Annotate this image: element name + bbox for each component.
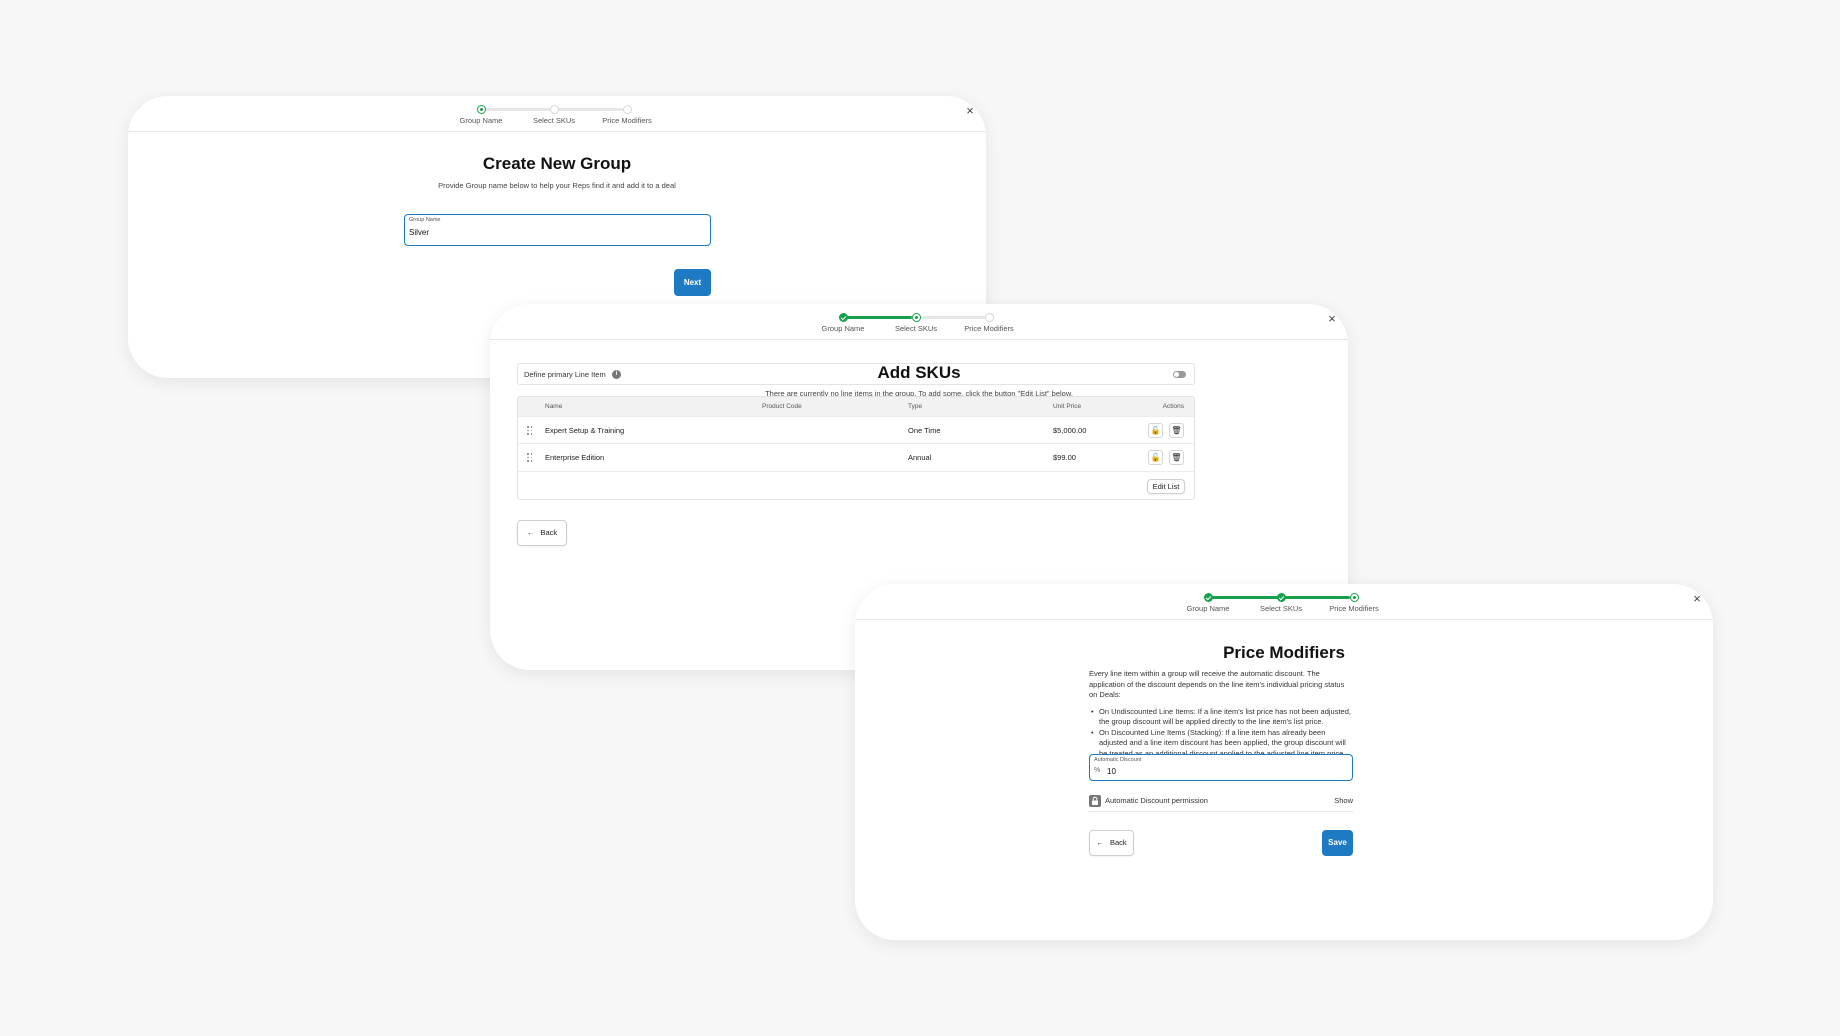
- percent-icon: %: [1094, 767, 1101, 774]
- sku-table: Name Product Code Type Unit Price Action…: [517, 396, 1195, 500]
- step-label-price-modifiers: Price Modifiers: [964, 324, 1014, 333]
- trash-icon[interactable]: 🗑: [1169, 450, 1184, 465]
- back-button[interactable]: ← Back: [1089, 830, 1134, 856]
- step-node-group-name: [477, 105, 486, 114]
- show-permission-link[interactable]: Show: [1334, 796, 1353, 805]
- permission-label: Automatic Discount permission: [1105, 796, 1208, 805]
- unlock-icon[interactable]: 🔓: [1148, 450, 1163, 465]
- lock-icon-svg: [1092, 796, 1098, 805]
- step-label-group-name: Group Name: [1186, 604, 1230, 613]
- stepper: Group Name Select SKUs Price Modifiers: [459, 105, 652, 129]
- stepper-progress-fill: [839, 316, 912, 319]
- table-row: Enterprise Edition Annual $99.00 🔓 🗑: [518, 443, 1194, 470]
- trash-icon[interactable]: 🗑: [1169, 423, 1184, 438]
- info-icon[interactable]: i: [612, 370, 621, 379]
- close-icon[interactable]: ×: [1689, 591, 1705, 607]
- arrow-left-icon: ←: [526, 528, 535, 537]
- row-type: One Time: [908, 426, 941, 435]
- page-title: Create New Group: [482, 154, 632, 173]
- step-label-group-name: Group Name: [459, 116, 503, 125]
- step-label-price-modifiers: Price Modifiers: [602, 116, 652, 125]
- drag-handle-icon[interactable]: [527, 453, 533, 462]
- step-label-price-modifiers: Price Modifiers: [1329, 604, 1379, 613]
- list-item: On Undiscounted Line Items: If a line it…: [1089, 707, 1353, 728]
- automatic-discount-label: Automatic Discount: [1094, 757, 1142, 763]
- table-row: Expert Setup & Training One Time $5,000.…: [518, 416, 1194, 443]
- table-header: Name Product Code Type Unit Price Action…: [518, 397, 1194, 416]
- column-header-name: Name: [545, 403, 563, 410]
- primary-line-item-label: Define primary Line Item: [524, 370, 606, 379]
- page-subtitle: Provide Group name below to help your Re…: [438, 181, 676, 190]
- discount-permission-row[interactable]: Automatic Discount permission Show: [1089, 790, 1353, 812]
- row-unit-price: $99.00: [1053, 453, 1076, 462]
- save-button[interactable]: Save: [1322, 830, 1353, 856]
- drag-handle-icon[interactable]: [527, 426, 533, 435]
- next-button[interactable]: Next: [674, 269, 711, 296]
- edit-list-button[interactable]: Edit List: [1147, 479, 1185, 494]
- dialog-header: Group Name Select SKUs Price Modifiers ×: [490, 304, 1348, 340]
- step-node-select-skus: [550, 105, 559, 114]
- step-node-price-modifiers: [623, 105, 632, 114]
- discount-rules-list: On Undiscounted Line Items: If a line it…: [1089, 707, 1353, 760]
- column-header-actions: Actions: [1162, 403, 1184, 410]
- row-type: Annual: [908, 453, 932, 462]
- step-label-select-skus: Select SKUs: [532, 116, 576, 125]
- group-name-field[interactable]: Group Name Silver: [404, 214, 711, 246]
- discount-description: Every line item within a group will rece…: [1089, 669, 1353, 759]
- column-header-unit-price: Unit Price: [1053, 403, 1082, 410]
- step-node-group-name: [839, 313, 848, 322]
- arrow-left-icon: ←: [1096, 838, 1104, 847]
- automatic-discount-field[interactable]: Automatic Discount % 10: [1089, 754, 1353, 781]
- automatic-discount-value: 10: [1107, 767, 1116, 776]
- primary-line-item-row: Define primary Line Item i: [517, 363, 1195, 385]
- primary-line-item-toggle[interactable]: [1173, 371, 1186, 378]
- back-button[interactable]: ← Back: [517, 520, 567, 546]
- page-title: Price Modifiers: [1223, 643, 1345, 662]
- close-icon[interactable]: ×: [962, 103, 978, 119]
- back-button-label: Back: [1109, 838, 1127, 847]
- dialog-header: Group Name Select SKUs Price Modifiers ×: [855, 584, 1713, 620]
- back-button-label: Back: [540, 528, 558, 537]
- step-label-select-skus: Select SKUs: [894, 324, 938, 333]
- step-label-group-name: Group Name: [821, 324, 865, 333]
- dialog-header: Group Name Select SKUs Price Modifiers ×: [128, 96, 986, 132]
- group-name-value: Silver: [409, 228, 430, 237]
- column-header-product-code: Product Code: [762, 403, 802, 410]
- discount-intro: Every line item within a group will rece…: [1089, 669, 1345, 699]
- step-node-price-modifiers: [985, 313, 994, 322]
- row-name: Enterprise Edition: [545, 453, 605, 462]
- step-node-group-name: [1204, 593, 1213, 602]
- step-label-select-skus: Select SKUs: [1259, 604, 1303, 613]
- close-icon[interactable]: ×: [1324, 311, 1340, 327]
- row-name: Expert Setup & Training: [545, 426, 625, 435]
- price-modifiers-dialog: Group Name Select SKUs Price Modifiers ×…: [855, 584, 1713, 940]
- step-node-select-skus: [912, 313, 921, 322]
- step-node-price-modifiers: [1350, 593, 1359, 602]
- table-footer: Edit List: [518, 471, 1194, 499]
- step-node-select-skus: [1277, 593, 1286, 602]
- unlock-icon[interactable]: 🔓: [1148, 423, 1163, 438]
- group-name-label: Group Name: [409, 217, 441, 223]
- stepper: Group Name Select SKUs Price Modifiers: [821, 313, 1014, 337]
- stepper: Group Name Select SKUs Price Modifiers: [1186, 593, 1379, 617]
- row-unit-price: $5,000.00: [1053, 426, 1087, 435]
- column-header-type: Type: [908, 403, 923, 410]
- lock-icon: [1089, 795, 1101, 807]
